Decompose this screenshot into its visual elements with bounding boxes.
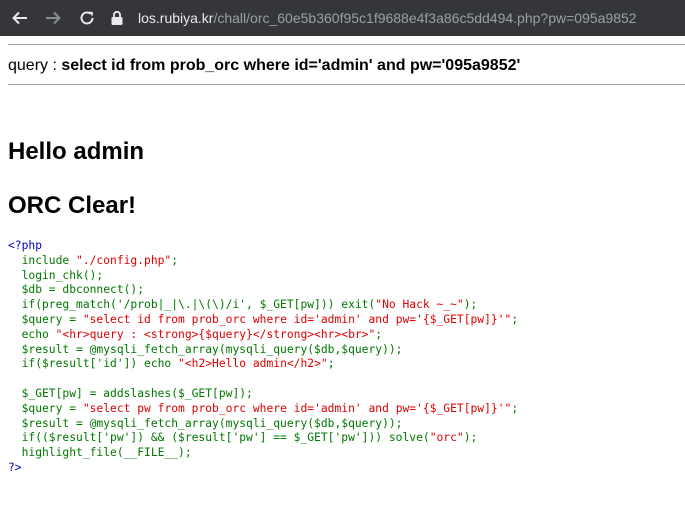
code-line: $result = @mysqli_fetch_array(mysqli_que… <box>8 416 403 430</box>
code-line: highlight_file(__FILE__); <box>8 446 192 460</box>
back-button[interactable] <box>8 6 32 30</box>
reload-button[interactable] <box>75 6 99 30</box>
code-line: login_chk(); <box>8 268 104 282</box>
code-line: echo "<hr>query : <strong>{$query}</stro… <box>8 327 383 341</box>
code-line: $query = "select id from prob_orc where … <box>8 312 519 326</box>
code-line: $_GET[pw] = addslashes($_GET[pw]); <box>8 386 253 400</box>
code-line: $query = "select pw from prob_orc where … <box>8 401 519 415</box>
code-line: if($result['id']) echo "<h2>Hello admin<… <box>8 357 335 371</box>
query-text: select id from prob_orc where id='admin'… <box>61 57 521 74</box>
divider-top <box>8 44 685 45</box>
code-line: $db = dbconnect(); <box>8 283 145 297</box>
forward-arrow-icon <box>46 11 61 25</box>
url-path: /chall/orc_60e5b360f95c1f9688e4f3a86c5dd… <box>213 10 637 26</box>
lock-icon <box>111 10 123 25</box>
source-code-block: <?php include "./config.php"; login_chk(… <box>8 239 518 476</box>
code-line: if(($result['pw']) && ($result['pw'] == … <box>8 431 478 445</box>
hello-heading: Hello admin <box>8 138 145 165</box>
code-line: <?php <box>8 239 43 252</box>
code-line: $result = @mysqli_fetch_array(mysqli_que… <box>8 342 403 356</box>
address-bar[interactable]: los.rubiya.kr/chall/orc_60e5b360f95c1f96… <box>108 0 685 36</box>
reload-icon <box>80 11 94 25</box>
code-line: include "./config.php"; <box>8 253 179 267</box>
code-line: ?> <box>8 460 22 474</box>
query-prefix: query : <box>8 57 62 74</box>
browser-toolbar: los.rubiya.kr/chall/orc_60e5b360f95c1f96… <box>0 0 685 36</box>
divider-bottom <box>8 84 685 85</box>
forward-button[interactable] <box>41 6 65 30</box>
url-host: los.rubiya.kr <box>138 10 214 26</box>
page-content: query : select id from prob_orc where id… <box>0 36 685 515</box>
back-arrow-icon <box>12 11 27 25</box>
query-line: query : select id from prob_orc where id… <box>8 57 520 75</box>
clear-heading: ORC Clear! <box>8 192 137 219</box>
code-line: if(preg_match('/prob|_|\.|\(\)/i', $_GET… <box>8 298 478 312</box>
